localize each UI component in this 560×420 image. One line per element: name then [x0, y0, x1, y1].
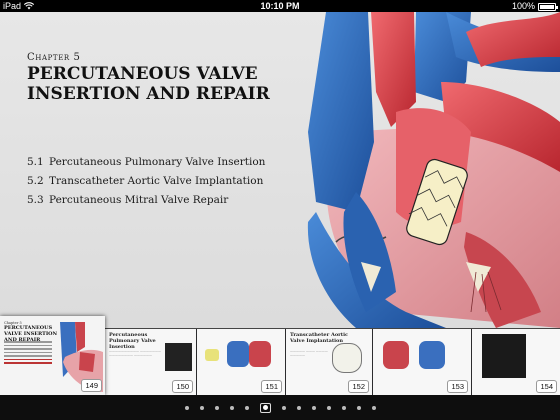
page-dot[interactable] [184, 405, 189, 410]
page-indicator[interactable] [0, 395, 560, 420]
page-number-badge: 153 [447, 380, 468, 393]
thumbnail-page-154[interactable]: 154 [472, 329, 560, 396]
page-number-badge: 150 [172, 380, 193, 393]
thumbnail-heart-image [249, 341, 271, 367]
page-dot[interactable] [244, 405, 249, 410]
page-dot[interactable] [341, 405, 346, 410]
page-number-badge: 149 [81, 379, 102, 392]
page-number-badge: 151 [261, 380, 282, 393]
status-time: 10:10 PM [260, 1, 300, 11]
page-dot[interactable] [281, 405, 286, 410]
toc-item-5-3[interactable]: 5.3 Percutaneous Mitral Valve Repair [27, 191, 265, 210]
toc-title: Percutaneous Mitral Valve Repair [49, 194, 229, 206]
thumbnail-stent-image [332, 343, 362, 373]
page-number-badge: 152 [348, 380, 369, 393]
thumbnail-page-150[interactable]: Percutaneous Pulmonary Valve Insertion —… [105, 329, 196, 396]
page-dot-active[interactable] [259, 402, 271, 413]
page-dot[interactable] [296, 405, 301, 410]
page-dot[interactable] [229, 405, 234, 410]
battery-icon [538, 3, 558, 11]
heart-valve-illustration [307, 12, 560, 328]
page-dot[interactable] [356, 405, 361, 410]
thumbnail-text-lines [4, 341, 52, 366]
thumbnail-page-151[interactable]: 151 [197, 329, 285, 396]
page-number-badge: 154 [536, 380, 557, 393]
page-dot[interactable] [199, 405, 204, 410]
thumbnail-valve-image [205, 349, 219, 361]
status-bar: iPad 10:10 PM 100% [0, 0, 560, 12]
toc-item-5-2[interactable]: 5.2 Transcatheter Aortic Valve Implantati… [27, 172, 265, 191]
thumbnail-heart-image [227, 341, 249, 367]
page-dot[interactable] [371, 405, 376, 410]
chapter-opener-page[interactable]: Chapter 5 PERCUTANEOUS VALVE INSERTION A… [0, 12, 560, 328]
thumbnail-xray-image [165, 343, 192, 371]
thumbnail-heart-image [419, 341, 445, 369]
thumbnail-text-lines: ————— ——— ———— ————— [290, 349, 328, 357]
thumbnail-page-153[interactable]: 153 [373, 329, 471, 396]
toc-number: 5.2 [27, 175, 44, 187]
table-of-contents: 5.1 Percutaneous Pulmonary Valve Insertio… [27, 153, 265, 210]
toc-title: Transcatheter Aortic Valve Implantation [49, 175, 264, 187]
thumbnail-xray-image [482, 334, 526, 378]
thumbnail-text-lines: —————————— ——————— ———————— —————— [109, 349, 161, 357]
thumbnail-page-152[interactable]: Transcatheter Aortic Valve Implantation … [286, 329, 372, 396]
toc-number: 5.3 [27, 194, 44, 206]
status-right: 100% [511, 0, 558, 12]
battery-fill [540, 5, 554, 9]
page-dot[interactable] [326, 405, 331, 410]
chapter-title: PERCUTANEOUS VALVE INSERTION AND REPAIR [27, 64, 270, 104]
toc-number: 5.1 [27, 156, 44, 168]
toc-title: Percutaneous Pulmonary Valve Insertion [49, 156, 266, 168]
thumbnail-heart-image [383, 341, 409, 369]
chapter-label: Chapter 5 [27, 52, 81, 63]
toc-item-5-1[interactable]: 5.1 Percutaneous Pulmonary Valve Insertio… [27, 153, 265, 172]
page-dot[interactable] [311, 405, 316, 410]
page-dot[interactable] [214, 405, 219, 410]
thumbnail-page-149-current[interactable]: Chapter 5 PERCUTANEOUS VALVE INSERTION A… [0, 316, 105, 395]
battery-percent: 100% [511, 1, 535, 11]
